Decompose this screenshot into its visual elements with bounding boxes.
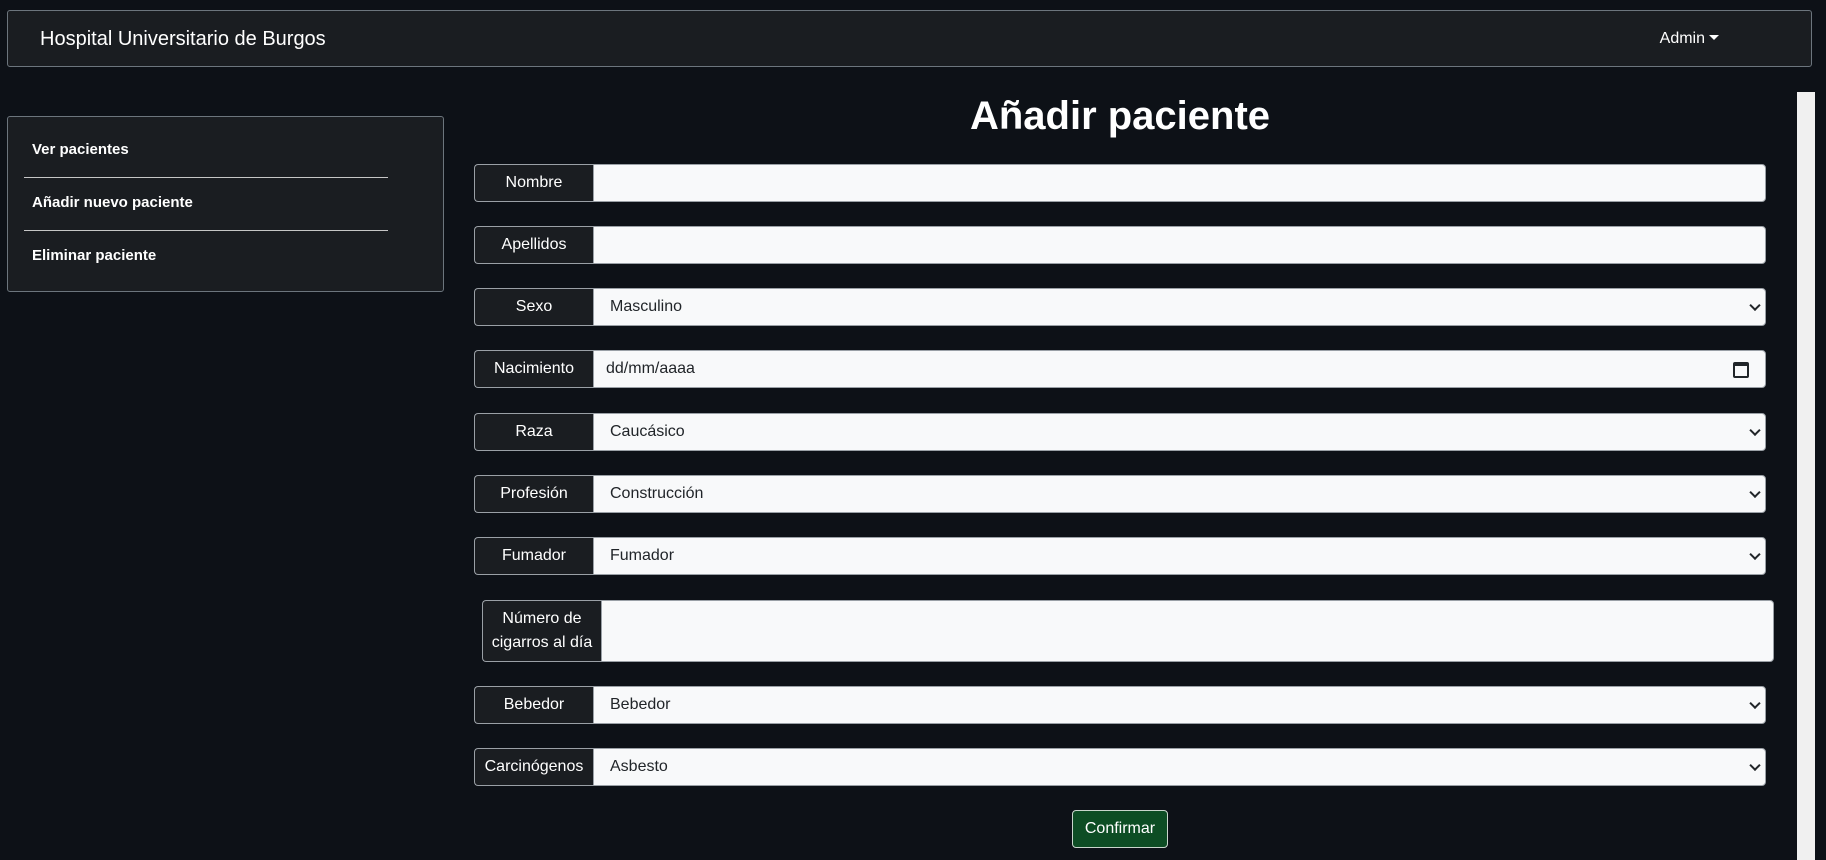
chevron-down-icon	[1749, 299, 1761, 312]
sexo-row: Sexo Masculino	[474, 288, 1766, 326]
cigarros-input[interactable]	[601, 600, 1774, 662]
carcinogenos-label: Carcinógenos	[474, 748, 593, 786]
fumador-label: Fumador	[474, 537, 593, 575]
caret-down-icon	[1709, 35, 1719, 40]
nombre-input[interactable]	[593, 164, 1766, 202]
profesion-value: Construcción	[610, 485, 704, 502]
cigarros-label-line1: Número de	[502, 610, 582, 627]
chevron-down-icon	[1749, 548, 1761, 561]
carcinogenos-select[interactable]: Asbesto	[593, 748, 1766, 786]
chevron-down-icon	[1749, 759, 1761, 772]
admin-label: Admin	[1659, 30, 1705, 47]
confirm-button[interactable]: Confirmar	[1072, 810, 1168, 848]
profesion-label: Profesión	[474, 475, 593, 513]
nacimiento-row: Nacimiento dd/mm/aaaa	[474, 350, 1766, 388]
sidebar-item-ver-pacientes[interactable]: Ver pacientes	[32, 141, 129, 158]
carcinogenos-value: Asbesto	[610, 758, 668, 775]
profesion-select[interactable]: Construcción	[593, 475, 1766, 513]
cigarros-label-line2: cigarros al día	[491, 634, 593, 651]
page-scrollbar[interactable]	[1797, 92, 1815, 860]
sidebar-item-anadir-paciente[interactable]: Añadir nuevo paciente	[32, 194, 193, 211]
calendar-icon[interactable]	[1733, 362, 1749, 378]
sexo-label: Sexo	[474, 288, 593, 326]
bebedor-row: Bebedor Bebedor	[474, 686, 1766, 724]
raza-label: Raza	[474, 413, 593, 451]
sidebar-divider	[24, 177, 388, 178]
apellidos-input[interactable]	[593, 226, 1766, 264]
nombre-row: Nombre	[474, 164, 1766, 202]
bebedor-value: Bebedor	[610, 696, 671, 713]
profesion-row: Profesión Construcción	[474, 475, 1766, 513]
carcinogenos-row: Carcinógenos Asbesto	[474, 748, 1766, 786]
apellidos-row: Apellidos	[474, 226, 1766, 264]
bebedor-select[interactable]: Bebedor	[593, 686, 1766, 724]
nacimiento-date-input[interactable]: dd/mm/aaaa	[593, 350, 1766, 388]
cigarros-row: Número de cigarros al día	[482, 600, 1774, 662]
nombre-label: Nombre	[474, 164, 593, 202]
sidebar: Ver pacientes Añadir nuevo paciente Elim…	[7, 116, 444, 292]
chevron-down-icon	[1749, 697, 1761, 710]
raza-select[interactable]: Caucásico	[593, 413, 1766, 451]
bebedor-label: Bebedor	[474, 686, 593, 724]
sidebar-divider	[24, 230, 388, 231]
cigarros-label: Número de cigarros al día	[482, 600, 601, 662]
fumador-select[interactable]: Fumador	[593, 537, 1766, 575]
nacimiento-label: Nacimiento	[474, 350, 593, 388]
raza-value: Caucásico	[610, 423, 685, 440]
sexo-select[interactable]: Masculino	[593, 288, 1766, 326]
nacimiento-value: dd/mm/aaaa	[606, 360, 695, 377]
raza-row: Raza Caucásico	[474, 413, 1766, 451]
sexo-value: Masculino	[610, 298, 683, 315]
chevron-down-icon	[1749, 424, 1761, 437]
fumador-value: Fumador	[610, 547, 675, 564]
chevron-down-icon	[1749, 486, 1761, 499]
admin-dropdown[interactable]: Admin	[1660, 30, 1719, 48]
page-title: Añadir paciente	[969, 94, 1271, 138]
brand-title[interactable]: Hospital Universitario de Burgos	[40, 28, 326, 51]
sidebar-item-eliminar-paciente[interactable]: Eliminar paciente	[32, 247, 156, 264]
apellidos-label: Apellidos	[474, 226, 593, 264]
fumador-row: Fumador Fumador	[474, 537, 1766, 575]
top-navbar: Hospital Universitario de Burgos Admin	[7, 10, 1812, 67]
